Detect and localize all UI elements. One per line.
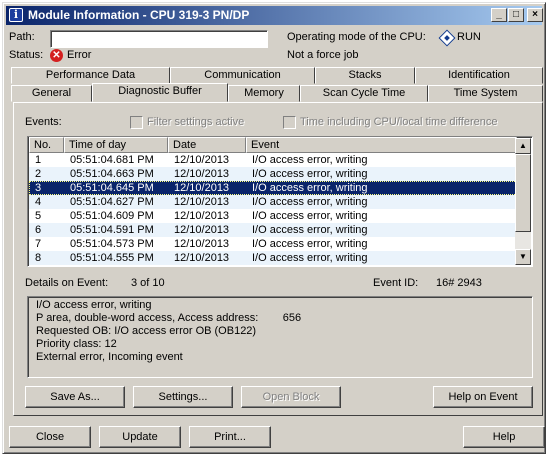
- details-line: Requested OB: I/O access error OB (OB122…: [36, 325, 257, 337]
- cell-time: 05:51:04.609 PM: [70, 210, 154, 222]
- close-window-button[interactable]: ×: [527, 8, 543, 22]
- cell-date: 12/10/2013: [174, 154, 230, 166]
- details-line: P area, double-word access, Access addre…: [36, 312, 302, 324]
- path-field[interactable]: [50, 30, 268, 48]
- error-icon: ✕: [50, 49, 63, 62]
- path-label: Path:: [9, 31, 35, 43]
- cell-no: 5: [35, 210, 42, 222]
- scroll-down-arrow-icon[interactable]: ▼: [515, 249, 531, 265]
- cell-event: I/O access error, writing: [252, 154, 368, 166]
- cell-time: 05:51:04.681 PM: [70, 154, 154, 166]
- cell-no: 4: [35, 196, 42, 208]
- status-value: Error: [67, 49, 92, 61]
- cell-date: 12/10/2013: [174, 224, 230, 236]
- cell-event: I/O access error, writing: [252, 238, 368, 250]
- open-block-button[interactable]: Open Block: [241, 386, 341, 408]
- event-list-scrollbar[interactable]: ▲ ▼: [515, 138, 531, 265]
- cell-time: 05:51:04.573 PM: [70, 238, 154, 250]
- cell-no: 8: [35, 252, 42, 264]
- tab-time-system[interactable]: Time System: [428, 85, 543, 102]
- save-as-button[interactable]: Save As...: [25, 386, 125, 408]
- cell-time: 05:51:04.645 PM: [70, 182, 154, 194]
- status-label: Status:: [9, 49, 44, 61]
- run-mode-icon: [438, 29, 456, 47]
- cell-time: 05:51:04.591 PM: [70, 224, 154, 236]
- table-row[interactable]: 5 05:51:04.609 PM 12/10/2013 I/O access err…: [29, 209, 517, 223]
- tab-memory[interactable]: Memory: [228, 85, 300, 102]
- cell-no: 1: [35, 154, 42, 166]
- table-row[interactable]: 1 05:51:04.681 PM 12/10/2013 I/O access err…: [29, 153, 517, 167]
- details-line: Priority class: 12: [36, 338, 117, 350]
- column-header-time[interactable]: Time of day: [64, 137, 168, 153]
- window-title: Module Information - CPU 319-3 PN/DP: [28, 8, 250, 22]
- settings-button[interactable]: Settings...: [133, 386, 233, 408]
- update-button[interactable]: Update: [99, 426, 181, 448]
- time-difference-checkbox[interactable]: [283, 116, 296, 129]
- scroll-thumb[interactable]: [515, 154, 531, 232]
- column-header-event[interactable]: Event: [246, 137, 517, 153]
- cell-event: I/O access error, writing: [252, 182, 368, 194]
- tab-diagnostic-buffer[interactable]: Diagnostic Buffer: [92, 83, 228, 102]
- tab-communication[interactable]: Communication: [170, 67, 315, 84]
- filter-settings-label: Filter settings active: [147, 116, 245, 128]
- print-button[interactable]: Print...: [189, 426, 271, 448]
- filter-settings-checkbox[interactable]: [130, 116, 143, 129]
- details-label: Details on Event:: [25, 277, 109, 289]
- tab-general[interactable]: General: [11, 85, 92, 102]
- cell-time: 05:51:04.627 PM: [70, 196, 154, 208]
- operating-mode-value: RUN: [457, 31, 481, 43]
- details-line: External error, Incoming event: [36, 351, 183, 363]
- table-row[interactable]: 2 05:51:04.663 PM 12/10/2013 I/O access err…: [29, 167, 517, 181]
- help-on-event-button[interactable]: Help on Event: [433, 386, 533, 408]
- table-row[interactable]: 7 05:51:04.573 PM 12/10/2013 I/O access err…: [29, 237, 517, 251]
- cell-event: I/O access error, writing: [252, 210, 368, 222]
- force-job-status: Not a force job: [287, 49, 359, 61]
- operating-mode-label: Operating mode of the CPU:: [287, 31, 426, 43]
- module-information-window: i Module Information - CPU 319-3 PN/DP _…: [2, 2, 546, 454]
- tab-scan-cycle-time[interactable]: Scan Cycle Time: [300, 85, 428, 102]
- cell-no: 7: [35, 238, 42, 250]
- event-id-label: Event ID:: [373, 277, 419, 289]
- cell-date: 12/10/2013: [174, 238, 230, 250]
- details-counter: 3 of 10: [131, 277, 165, 289]
- event-details-box: I/O access error, writing P area, double…: [27, 296, 533, 378]
- cell-no: 2: [35, 168, 42, 180]
- table-row[interactable]: 3 05:51:04.645 PM 12/10/2013 I/O access err…: [29, 181, 517, 195]
- info-icon: i: [9, 8, 23, 22]
- close-button[interactable]: Close: [9, 426, 91, 448]
- tab-identification[interactable]: Identification: [415, 67, 543, 84]
- table-row[interactable]: 4 05:51:04.627 PM 12/10/2013 I/O access err…: [29, 195, 517, 209]
- cell-time: 05:51:04.663 PM: [70, 168, 154, 180]
- cell-date: 12/10/2013: [174, 252, 230, 264]
- event-list[interactable]: No. Time of day Date Event 1 05:51:04.681…: [27, 136, 533, 267]
- events-label: Events:: [25, 116, 62, 128]
- minimize-button[interactable]: _: [491, 8, 507, 22]
- column-header-date[interactable]: Date: [168, 137, 246, 153]
- help-button[interactable]: Help: [463, 426, 545, 448]
- maximize-button[interactable]: □: [508, 8, 524, 22]
- cell-event: I/O access error, writing: [252, 252, 368, 264]
- cell-date: 12/10/2013: [174, 168, 230, 180]
- cell-event: I/O access error, writing: [252, 196, 368, 208]
- time-difference-label: Time including CPU/local time difference: [300, 116, 498, 128]
- tab-stacks[interactable]: Stacks: [315, 67, 415, 84]
- cell-no: 6: [35, 224, 42, 236]
- cell-time: 05:51:04.555 PM: [70, 252, 154, 264]
- tab-performance-data[interactable]: Performance Data: [11, 67, 170, 84]
- cell-date: 12/10/2013: [174, 196, 230, 208]
- title-bar[interactable]: i Module Information - CPU 319-3 PN/DP _…: [6, 6, 543, 25]
- cell-event: I/O access error, writing: [252, 168, 368, 180]
- cell-no: 3: [35, 182, 42, 194]
- event-id-value: 16# 2943: [436, 277, 482, 289]
- table-row[interactable]: 6 05:51:04.591 PM 12/10/2013 I/O access err…: [29, 223, 517, 237]
- cell-event: I/O access error, writing: [252, 224, 368, 236]
- column-header-no[interactable]: No.: [29, 137, 64, 153]
- table-row[interactable]: 8 05:51:04.555 PM 12/10/2013 I/O access err…: [29, 251, 517, 265]
- scroll-up-arrow-icon[interactable]: ▲: [515, 138, 531, 154]
- details-line: I/O access error, writing: [36, 299, 152, 311]
- cell-date: 12/10/2013: [174, 182, 230, 194]
- cell-date: 12/10/2013: [174, 210, 230, 222]
